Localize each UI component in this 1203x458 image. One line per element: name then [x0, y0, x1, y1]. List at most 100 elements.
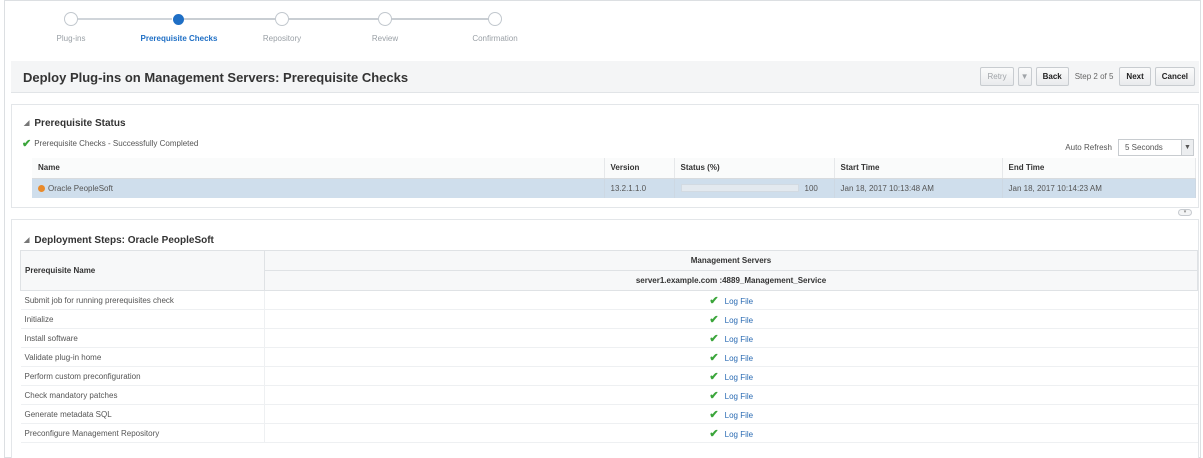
auto-refresh: Auto Refresh 5 Seconds ▼	[1065, 139, 1194, 156]
wizard-nav: Retry ▼ Back Step 2 of 5 Next Cancel	[980, 67, 1195, 86]
chevron-down-icon: ▼	[1020, 72, 1029, 81]
checkmark-icon: ✔	[709, 351, 719, 364]
deployment-steps-panel: ◢ Deployment Steps: Oracle PeopleSoft Pr…	[11, 219, 1199, 458]
step-indicator: Step 2 of 5	[1074, 72, 1114, 81]
back-button[interactable]: Back	[1035, 67, 1069, 86]
cell-prerequisite-name: Install software	[20, 328, 265, 348]
cell-result: ✔ Log File	[264, 290, 1198, 310]
train-node-review	[378, 12, 392, 26]
table-row[interactable]: Oracle PeopleSoft 13.2.1.1.0 100 Jan 18,…	[32, 178, 1196, 198]
column-header-version[interactable]: Version	[604, 158, 675, 179]
cell-prerequisite-name: Validate plug-in home	[20, 347, 265, 367]
prerequisite-status-table: Name Version Status (%) Start Time End T…	[32, 158, 1196, 198]
table-row: Initialize ✔ Log File	[20, 309, 1198, 329]
prerequisite-status-header[interactable]: ◢ Prerequisite Status	[12, 113, 1198, 133]
train-connector	[287, 18, 378, 20]
status-summary: ✔ Prerequisite Checks - Successfully Com…	[22, 137, 198, 150]
collapse-icon[interactable]: ◢	[24, 119, 29, 127]
log-file-link[interactable]: Log File	[725, 373, 753, 382]
wizard-frame: Plug-ins Prerequisite Checks Repository …	[4, 0, 1201, 458]
cell-start-time: Jan 18, 2017 10:13:48 AM	[834, 178, 1003, 198]
column-header-prerequisite-name[interactable]: Prerequisite Name	[20, 250, 265, 291]
cell-result: ✔ Log File	[264, 347, 1198, 367]
train-label-plugins[interactable]: Plug-ins	[57, 34, 86, 43]
cell-prerequisite-name: Preconfigure Management Repository	[20, 423, 265, 443]
column-header-server[interactable]: server1.example.com :4889_Management_Ser…	[264, 270, 1198, 291]
table-row: Validate plug-in home ✔ Log File	[20, 347, 1198, 367]
cell-prerequisite-name: Generate metadata SQL	[20, 404, 265, 424]
page-title: Deploy Plug-ins on Management Servers: P…	[23, 70, 409, 85]
train-node-repository	[275, 12, 289, 26]
log-file-link[interactable]: Log File	[725, 316, 753, 325]
table-row: Generate metadata SQL ✔ Log File	[20, 404, 1198, 424]
train-label-prerequisite-checks: Prerequisite Checks	[140, 34, 218, 43]
train-label-confirmation: Confirmation	[472, 34, 518, 43]
column-header-status[interactable]: Status (%)	[674, 158, 835, 179]
train-node-confirmation	[488, 12, 502, 26]
log-file-link[interactable]: Log File	[725, 411, 753, 420]
auto-refresh-value: 5 Seconds	[1125, 143, 1163, 152]
train-connector	[390, 18, 489, 20]
cell-status: 100	[674, 178, 835, 198]
table-row: Preconfigure Management Repository ✔ Log F…	[20, 423, 1198, 443]
auto-refresh-select[interactable]: 5 Seconds ▼	[1118, 139, 1194, 156]
table-row: Install software ✔ Log File	[20, 328, 1198, 348]
train-node-prerequisite-checks	[173, 14, 184, 25]
cell-prerequisite-name: Submit job for running prerequisites che…	[20, 290, 265, 310]
deployment-steps-table: Prerequisite Name Management Servers ser…	[20, 250, 1198, 443]
table-header-row: Prerequisite Name Management Servers	[20, 250, 1198, 291]
status-progress: 100	[680, 183, 834, 193]
cell-result: ✔ Log File	[264, 309, 1198, 329]
cell-prerequisite-name: Perform custom preconfiguration	[20, 366, 265, 386]
checkmark-icon: ✔	[709, 313, 719, 326]
cell-prerequisite-name: Initialize	[20, 309, 265, 329]
checkmark-icon: ✔	[709, 332, 719, 345]
progress-bar	[680, 184, 799, 193]
log-file-link[interactable]: Log File	[725, 392, 753, 401]
column-header-name[interactable]: Name	[32, 158, 605, 179]
page-header: Deploy Plug-ins on Management Servers: P…	[11, 61, 1199, 93]
log-file-link[interactable]: Log File	[725, 430, 753, 439]
deployment-steps-body: Submit job for running prerequisites che…	[20, 290, 1198, 443]
prerequisite-status-panel: ◢ Prerequisite Status ✔ Prerequisite Che…	[11, 104, 1199, 208]
cell-result: ✔ Log File	[264, 423, 1198, 443]
retry-menu-button[interactable]: ▼	[1017, 67, 1032, 86]
train-label-review: Review	[371, 34, 399, 43]
checkmark-icon: ✔	[709, 294, 719, 307]
log-file-link[interactable]: Log File	[725, 354, 753, 363]
status-percent: 100	[804, 183, 818, 193]
collapse-icon[interactable]: ◢	[24, 236, 29, 244]
table-row: Submit job for running prerequisites che…	[20, 290, 1198, 310]
cell-end-time: Jan 18, 2017 10:14:23 AM	[1002, 178, 1196, 198]
checkmark-icon: ✔	[709, 370, 719, 383]
train-node-plugins[interactable]	[64, 12, 78, 26]
progress-fill	[681, 185, 798, 192]
log-file-link[interactable]: Log File	[725, 335, 753, 344]
cell-result: ✔ Log File	[264, 328, 1198, 348]
checkmark-icon: ✔	[22, 138, 32, 150]
checkmark-icon: ✔	[709, 408, 719, 421]
checkmark-icon: ✔	[709, 427, 719, 440]
next-button[interactable]: Next	[1119, 67, 1151, 86]
table-row: Perform custom preconfiguration ✔ Log File	[20, 366, 1198, 386]
plugin-name: Oracle PeopleSoft	[48, 183, 113, 193]
column-header-end-time[interactable]: End Time	[1002, 158, 1196, 179]
train-connector	[184, 18, 275, 20]
log-file-link[interactable]: Log File	[725, 297, 753, 306]
deployment-steps-header[interactable]: ◢ Deployment Steps: Oracle PeopleSoft	[12, 230, 1198, 250]
retry-button[interactable]: Retry	[980, 67, 1014, 86]
column-header-start-time[interactable]: Start Time	[834, 158, 1003, 179]
chevron-down-icon[interactable]: ▼	[1181, 140, 1193, 155]
cell-result: ✔ Log File	[264, 404, 1198, 424]
cancel-button[interactable]: Cancel	[1154, 67, 1195, 86]
cell-version: 13.2.1.1.0	[604, 178, 675, 198]
panel-splitter-handle[interactable]: ▾	[1178, 209, 1192, 216]
status-summary-text: Prerequisite Checks - Successfully Compl…	[34, 139, 199, 148]
plugin-icon	[38, 184, 45, 192]
auto-refresh-label: Auto Refresh	[1065, 143, 1112, 152]
train-label-repository: Repository	[262, 34, 302, 43]
prerequisite-status-title: Prerequisite Status	[34, 117, 126, 129]
deployment-steps-title: Deployment Steps: Oracle PeopleSoft	[34, 234, 214, 246]
checkmark-icon: ✔	[709, 389, 719, 402]
cell-result: ✔ Log File	[264, 385, 1198, 405]
